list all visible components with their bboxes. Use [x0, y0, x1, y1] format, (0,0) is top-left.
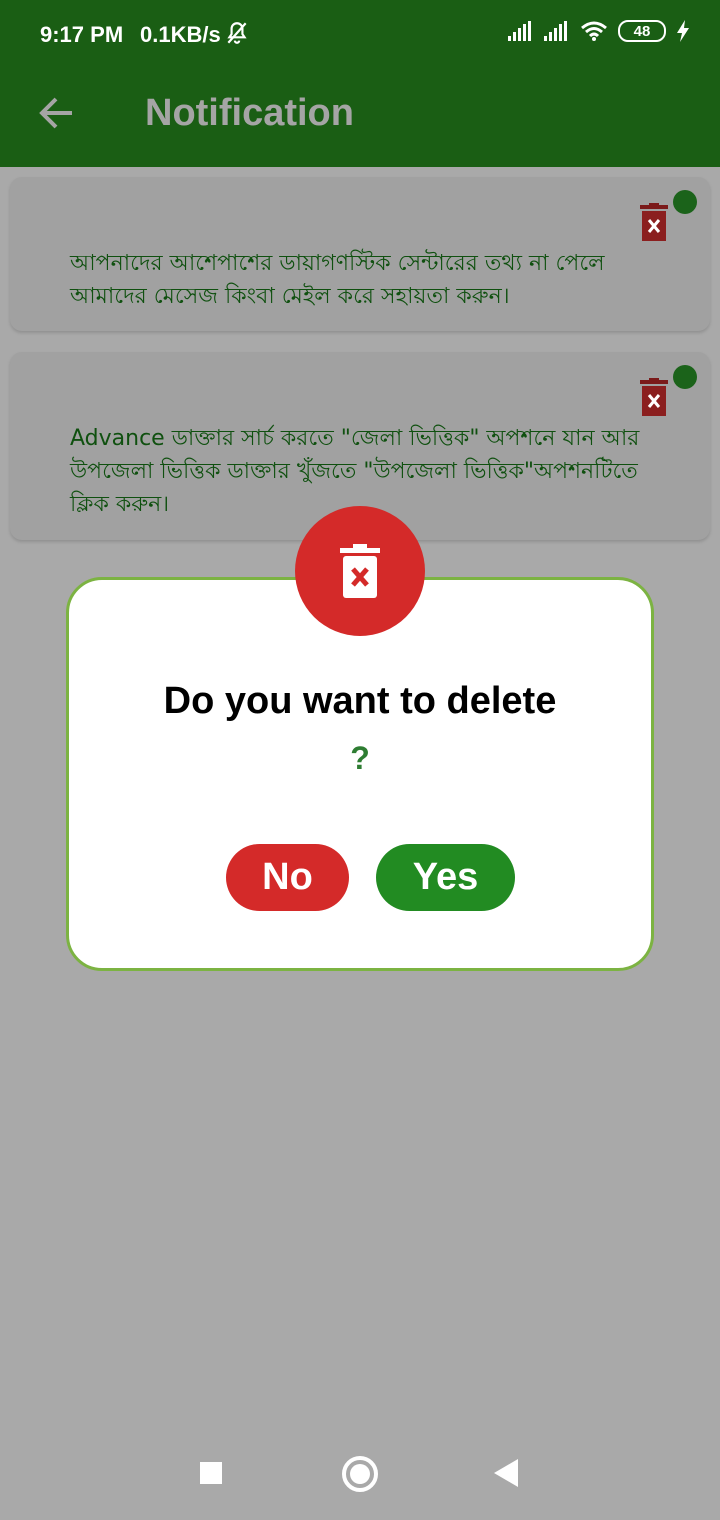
signal-icon — [508, 21, 531, 41]
battery-level: 48 — [633, 23, 651, 40]
wifi-icon — [581, 21, 607, 41]
status-network-speed: 0.1KB/s — [140, 22, 221, 47]
trash-icon — [340, 544, 380, 598]
charging-icon — [677, 20, 689, 42]
dialog-question-mark: ? — [350, 740, 370, 776]
unread-indicator — [673, 190, 697, 214]
recent-apps-icon[interactable] — [200, 1462, 222, 1484]
yes-button[interactable]: Yes — [376, 844, 515, 911]
back-icon[interactable] — [494, 1459, 518, 1487]
no-button[interactable]: No — [226, 844, 349, 911]
status-time: 9:17 PM — [40, 22, 124, 47]
home-icon[interactable] — [342, 1456, 378, 1492]
home-icon-inner — [350, 1464, 370, 1484]
notification-text: আপনাদের আশেপাশের ডায়াগণস্টিক সেন্টারের … — [70, 251, 605, 309]
page-title: Notification — [145, 92, 354, 134]
app-bar: Notification — [0, 70, 720, 167]
status-indicators: 48 — [508, 20, 690, 42]
delete-confirm-dialog: Do you want to delete ? No Yes — [66, 577, 654, 971]
status-bar: 9:17 PM 0.1KB/s 48 — [0, 0, 720, 70]
notification-card[interactable]: আপনাদের আশেপাশের ডায়াগণস্টিক সেন্টারের … — [10, 177, 710, 331]
mute-icon — [227, 22, 247, 44]
signal-icon — [544, 21, 567, 41]
dialog-question: Do you want to delete — [163, 680, 557, 722]
battery-icon: 48 — [618, 20, 666, 42]
dialog-icon-badge — [295, 506, 425, 636]
arrow-left-icon[interactable] — [36, 92, 78, 134]
trash-icon[interactable] — [640, 203, 668, 241]
system-nav-bar — [0, 1420, 720, 1520]
trash-icon[interactable] — [640, 378, 668, 416]
unread-indicator — [673, 365, 697, 389]
